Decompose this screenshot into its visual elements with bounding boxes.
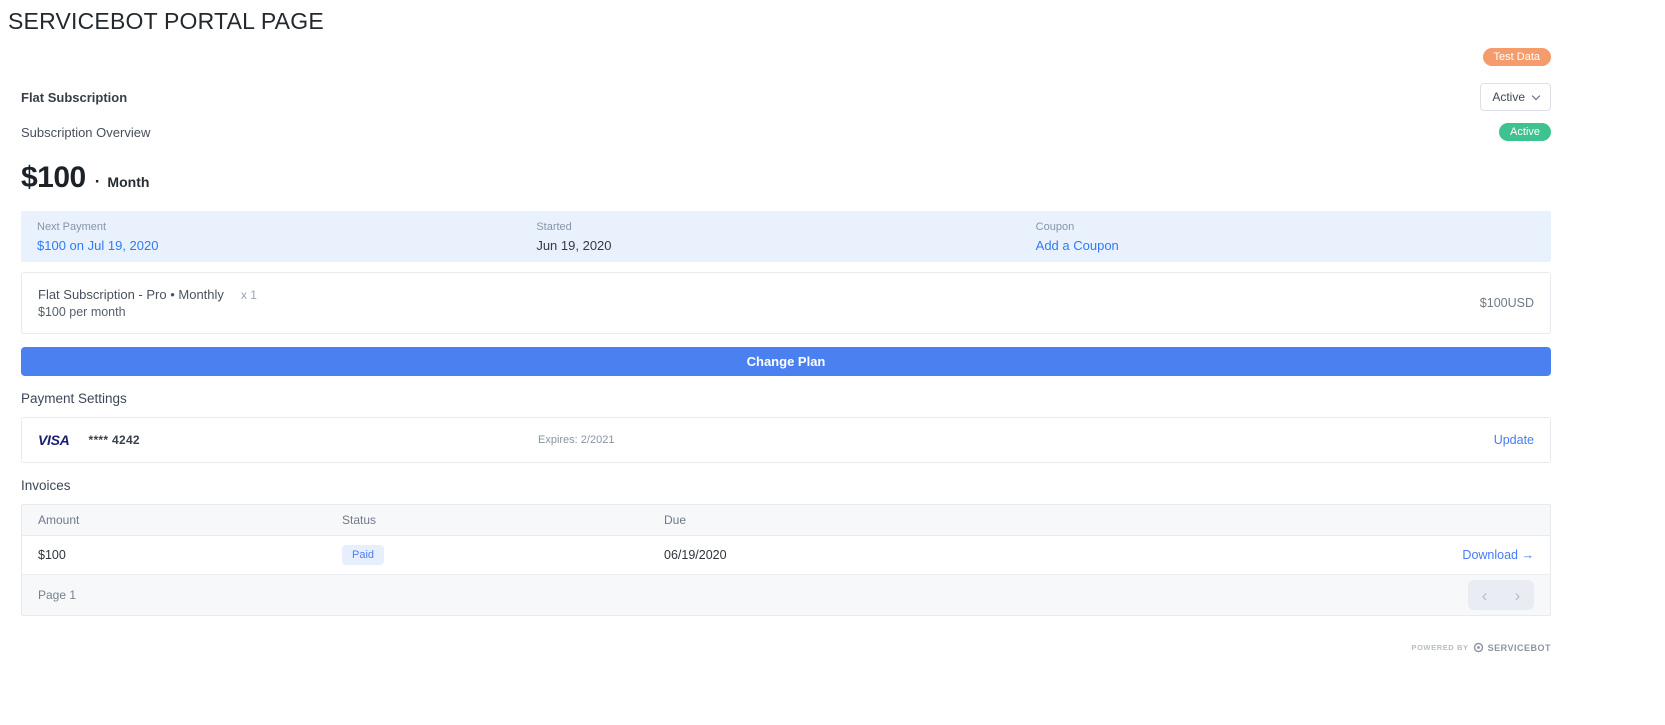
payment-settings-heading: Payment Settings [21, 391, 1551, 406]
invoice-download-link[interactable]: Download → [1462, 548, 1534, 562]
test-data-badge: Test Data [1483, 48, 1551, 66]
price-separator: · [95, 172, 101, 192]
add-coupon-link[interactable]: Add a Coupon [1036, 238, 1535, 253]
page-title: SERVICEBOT PORTAL PAGE [8, 8, 1665, 35]
powered-by-footer: POWERED BY SERVICEBOT [1411, 642, 1551, 653]
started-label: Started [536, 221, 1035, 233]
subscription-status-dropdown[interactable]: Active [1480, 83, 1551, 111]
price-interval: Month [107, 174, 149, 190]
coupon-label: Coupon [1036, 221, 1535, 233]
update-card-link[interactable]: Update [1494, 433, 1534, 447]
invoice-row: $100 Paid 06/19/2020 Download → [22, 536, 1550, 575]
invoice-status-badge: Paid [342, 545, 384, 565]
plan-price-detail: $100 per month [38, 305, 257, 319]
column-header-amount: Amount [38, 513, 342, 527]
column-header-status: Status [342, 513, 664, 527]
invoices-heading: Invoices [21, 478, 1551, 493]
plan-name: Flat Subscription - Pro • Monthly [38, 287, 224, 302]
main-content: Test Data Flat Subscription Active Subsc… [21, 48, 1551, 653]
plan-total: $100USD [1480, 296, 1534, 310]
subscription-status-dropdown-value: Active [1492, 90, 1525, 104]
payment-method-card: VISA **** 4242 Expires: 2/2021 Update [21, 417, 1551, 463]
servicebot-brand: SERVICEBOT [1488, 643, 1551, 653]
card-identity: VISA **** 4242 [38, 432, 538, 448]
subscription-name: Flat Subscription [21, 90, 127, 105]
plan-line-item-details: Flat Subscription - Pro • Monthly x 1 $10… [38, 287, 257, 319]
subscription-status-badge: Active [1499, 123, 1551, 141]
change-plan-button[interactable]: Change Plan [21, 347, 1551, 376]
invoices-table-footer: Page 1 ‹ › [22, 575, 1550, 615]
card-number: **** 4242 [88, 433, 139, 447]
powered-by-label: POWERED BY [1411, 643, 1468, 652]
arrow-right-icon: → [1522, 548, 1535, 562]
coupon-section: Coupon Add a Coupon [1036, 221, 1535, 253]
page-indicator: Page 1 [38, 588, 76, 602]
visa-logo: VISA [38, 432, 69, 448]
started-value: Jun 19, 2020 [536, 238, 1035, 253]
price-line: $100 · Month [21, 161, 1551, 195]
subscription-info-bar: Next Payment $100 on Jul 19, 2020 Starte… [21, 211, 1551, 262]
invoice-amount: $100 [38, 548, 342, 562]
previous-page-button[interactable]: ‹ [1468, 580, 1501, 610]
pagination-controls: ‹ › [1468, 580, 1534, 610]
plan-line-item: Flat Subscription - Pro • Monthly x 1 $10… [21, 272, 1551, 334]
download-label: Download [1462, 548, 1518, 562]
invoices-table: Amount Status Due $100 Paid 06/19/2020 D… [21, 504, 1551, 616]
card-expires: Expires: 2/2021 [538, 434, 1494, 446]
invoice-due-date: 06/19/2020 [664, 548, 1462, 562]
invoices-table-header: Amount Status Due [22, 505, 1550, 536]
chevron-down-icon [1532, 91, 1540, 99]
next-page-button[interactable]: › [1501, 580, 1534, 610]
started-section: Started Jun 19, 2020 [536, 221, 1035, 253]
servicebot-logo-icon [1473, 642, 1484, 653]
next-payment-section: Next Payment $100 on Jul 19, 2020 [37, 221, 536, 253]
subscription-overview-label: Subscription Overview [21, 125, 150, 140]
price-amount: $100 [21, 161, 86, 195]
next-payment-label: Next Payment [37, 221, 536, 233]
plan-quantity: x 1 [241, 288, 257, 302]
column-header-due: Due [664, 513, 1534, 527]
next-payment-value: $100 on Jul 19, 2020 [37, 238, 536, 253]
